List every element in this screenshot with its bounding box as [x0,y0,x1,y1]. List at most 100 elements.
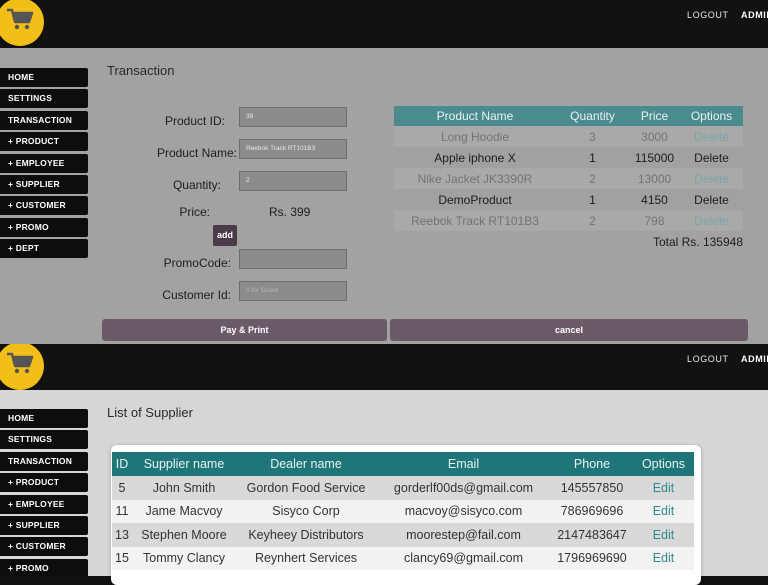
sidebar-item-supplier[interactable]: + SUPPLIER [0,174,88,194]
supplier-header-row: ID Supplier name Dealer name Email Phone… [112,452,694,476]
cart-table: Product Name Quantity Price Options Long… [394,106,743,231]
supplier-cell-name: John Smith [132,476,236,500]
logout-link[interactable]: LOGOUT [687,354,729,364]
supplier-header-email: Email [376,452,551,476]
sidebar-item-supplier[interactable]: + SUPPLIER [0,515,88,535]
sidebar-item-dept[interactable]: + DEPT [0,239,88,259]
cart-cell-qty: 2 [556,168,629,189]
cart-cell-qty: 1 [556,147,629,168]
cart-cell-price: 115000 [629,147,680,168]
page-title: List of Supplier [107,405,193,420]
supplier-cell-dealer: Reynhert Services [236,546,376,570]
supplier-cell-email: gorderlf00ds@gmail.com [376,476,551,500]
supplier-cell-email: macvoy@sisyco.com [376,499,551,523]
supplier-cell-id: 15 [112,546,132,570]
cart-cell-qty: 3 [556,126,629,147]
top-bar: LOGOUT ADMIN [0,344,768,390]
sidebar-item-customer[interactable]: + CUSTOMER [0,196,88,216]
supplier-cell-phone: 145557850 [551,476,633,500]
supplier-cell-phone: 2147483647 [551,523,633,547]
sidebar-item-transaction[interactable]: TRANSACTION [0,451,88,471]
cart-cell-name: DemoProduct [394,189,556,210]
price-value: Rs. 399 [269,205,311,219]
product-id-label: Product ID: [164,114,225,128]
supplier-cell-id: 13 [112,523,132,547]
cart-cell-qty: 1 [556,189,629,210]
edit-link[interactable]: Edit [633,499,694,523]
table-row: Reebok Track RT101B3 2 798 Delete [394,210,743,231]
supplier-header-id: ID [112,452,132,476]
cart-total: Total Rs. 135948 [652,235,743,249]
supplier-header-dealer-name: Dealer name [236,452,376,476]
quantity-input[interactable]: 2 [239,171,347,191]
cart-cell-name: Nike Jacket JK3390R [394,168,556,189]
product-name-input[interactable]: Reebok Track RT101B3 [239,139,347,159]
delete-link[interactable]: Delete [680,210,743,231]
sidebar-item-promo[interactable]: + PROMO [0,217,88,237]
cart-header-quantity: Quantity [556,106,629,126]
supplier-cell-email: clancy69@gmail.com [376,546,551,570]
cart-header-price: Price [629,106,680,126]
sidebar-item-customer[interactable]: + CUSTOMER [0,537,88,557]
sidebar-item-transaction[interactable]: TRANSACTION [0,110,88,130]
customer-id-label: Customer Id: [162,288,231,302]
sidebar-item-product[interactable]: + PRODUCT [0,473,88,493]
supplier-header-phone: Phone [551,452,633,476]
supplier-cell-phone: 1796969690 [551,546,633,570]
promo-code-label: PromoCode: [163,256,231,270]
edit-link[interactable]: Edit [633,523,694,547]
supplier-cell-email: moorestep@fail.com [376,523,551,547]
supplier-header-options: Options [633,452,694,476]
sidebar-item-settings[interactable]: SETTINGS [0,89,88,109]
cart-cell-name: Long Hoodie [394,126,556,147]
pay-print-button[interactable]: Pay & Print [102,319,387,341]
supplier-cell-dealer: Keyheey Distributors [236,523,376,547]
supplier-cell-dealer: Gordon Food Service [236,476,376,500]
table-row: Long Hoodie 3 3000 Delete [394,126,743,147]
supplier-cell-id: 5 [112,476,132,500]
admin-link[interactable]: ADMIN [741,354,768,364]
table-row: 15 Tommy Clancy Reynhert Services clancy… [112,546,694,570]
cart-logo-icon[interactable] [0,344,44,390]
sidebar-item-employee[interactable]: + EMPLOYEE [0,494,88,514]
logout-link[interactable]: LOGOUT [687,10,729,20]
delete-link[interactable]: Delete [680,168,743,189]
sidebar: HOME SETTINGS TRANSACTION + PRODUCT + EM… [0,409,88,576]
cart-cell-price: 4150 [629,189,680,210]
promo-code-input[interactable] [239,249,347,269]
supplier-cell-dealer: Sisyco Corp [236,499,376,523]
sidebar-item-product[interactable]: + PRODUCT [0,132,88,152]
price-label: Price: [179,205,210,219]
table-row: Nike Jacket JK3390R 2 13000 Delete [394,168,743,189]
customer-id-input[interactable]: 0 for Guest [239,281,347,301]
table-row: Apple iphone X 1 115000 Delete [394,147,743,168]
sidebar-item-home[interactable]: HOME [0,68,88,87]
sidebar-item-home[interactable]: HOME [0,409,88,428]
edit-link[interactable]: Edit [633,476,694,500]
supplier-table: ID Supplier name Dealer name Email Phone… [112,452,694,570]
page-title: Transaction [107,63,175,78]
supplier-cell-name: Stephen Moore [132,523,236,547]
quantity-label: Quantity: [172,178,221,192]
cart-cell-name: Apple iphone X [394,147,556,168]
cancel-button[interactable]: cancel [390,319,748,341]
edit-link[interactable]: Edit [633,546,694,570]
sidebar-item-employee[interactable]: + EMPLOYEE [0,153,88,173]
delete-link[interactable]: Delete [680,126,743,147]
transaction-screen: LOGOUT ADMIN HOME SETTINGS TRANSACTION +… [0,0,768,344]
cart-logo-icon[interactable] [0,0,44,46]
supplier-cell-id: 11 [112,499,132,523]
product-id-input[interactable]: 39 [239,107,347,127]
sidebar-item-promo[interactable]: + PROMO [0,558,88,576]
sidebar-item-settings[interactable]: SETTINGS [0,430,88,450]
table-row: DemoProduct 1 4150 Delete [394,189,743,210]
cart-cell-qty: 2 [556,210,629,231]
add-button[interactable]: add [213,225,237,246]
cart-cell-price: 13000 [629,168,680,189]
cart-cell-name: Reebok Track RT101B3 [394,210,556,231]
supplier-cell-phone: 786969696 [551,499,633,523]
delete-link[interactable]: Delete [680,147,743,168]
admin-link[interactable]: ADMIN [741,10,768,20]
top-bar: LOGOUT ADMIN [0,0,768,48]
delete-link[interactable]: Delete [680,189,743,210]
